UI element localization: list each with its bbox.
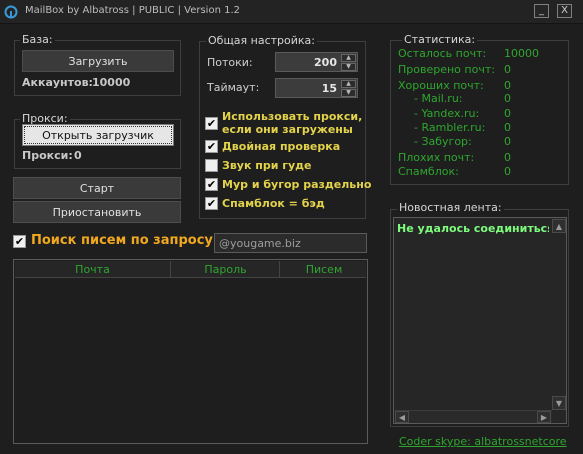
stat-spamblock-value: 0: [504, 165, 511, 178]
stat-bad-value: 0: [504, 151, 511, 164]
minimize-button[interactable]: _: [534, 4, 549, 18]
separate-foreign-checkbox[interactable]: ✔: [205, 178, 218, 191]
stat-foreign-label: - Забугор:: [414, 135, 472, 148]
timeout-down-icon[interactable]: ▼: [341, 89, 356, 97]
news-group-title: Новостная лента:: [397, 201, 504, 214]
stat-checked-label: Проверено почт:: [398, 63, 495, 76]
stat-mailru-label: - Mail.ru:: [414, 92, 463, 105]
stat-bad-label: Плохих почт:: [398, 151, 475, 164]
news-feed[interactable]: Не удалось соединиться с сервером ▲ ▼ ◀ …: [393, 217, 567, 424]
window-title: MailBox by Albatross | PUBLIC | Version …: [25, 5, 240, 16]
pause-button[interactable]: Приостановить: [13, 201, 181, 223]
load-base-button[interactable]: Загрузить: [22, 50, 174, 72]
stat-checked-value: 0: [504, 63, 511, 76]
timeout-label: Таймаут:: [207, 81, 260, 94]
stat-yandex-label: - Yandex.ru:: [414, 107, 480, 120]
double-check-checkbox[interactable]: ✔: [205, 140, 218, 153]
coder-skype-link[interactable]: Coder skype: albatrossnetcore: [399, 435, 567, 448]
title-bar[interactable]: MailBox by Albatross | PUBLIC | Version …: [0, 0, 583, 24]
stat-foreign-value: 0: [504, 135, 511, 148]
stats-group-title: Статистика:: [402, 33, 478, 46]
stat-yandex-value: 0: [504, 107, 511, 120]
stat-remaining-value: 10000: [504, 47, 539, 60]
news-scroll-down-icon[interactable]: ▼: [552, 396, 566, 410]
sound-on-good-checkbox[interactable]: [205, 159, 218, 172]
sound-on-good-label: Звук при гуде: [222, 159, 312, 172]
threads-value: 200: [314, 55, 337, 69]
stat-rambler-value: 0: [504, 121, 511, 134]
search-label: Поиск писем по запросу:: [31, 233, 219, 248]
app-logo-icon: [4, 5, 18, 19]
search-checkbox[interactable]: ✔: [13, 235, 26, 248]
stat-spamblock-label: Спамблок:: [398, 165, 459, 178]
base-group-title: База:: [20, 33, 55, 46]
threads-spinner[interactable]: 200 ▲ ▼: [275, 52, 358, 72]
news-message: Не удалось соединиться с сервером: [397, 222, 549, 235]
start-button[interactable]: Старт: [13, 177, 181, 199]
threads-label: Потоки:: [207, 56, 253, 69]
spamblock-bad-label: Спамблок = бэд: [222, 197, 325, 210]
proxy-count-value: 0: [74, 149, 82, 162]
stat-rambler-label: - Rambler.ru:: [414, 121, 486, 134]
settings-group-title: Общая настройка:: [206, 34, 317, 47]
news-hscrollbar[interactable]: ◀ ▶: [395, 410, 552, 423]
results-table[interactable]: Почта Пароль Писем: [13, 259, 368, 444]
news-scroll-right-icon[interactable]: ▶: [537, 411, 551, 423]
spamblock-bad-checkbox[interactable]: ✔: [205, 197, 218, 210]
column-header-email[interactable]: Почта: [15, 261, 171, 278]
news-scroll-up-icon[interactable]: ▲: [552, 219, 566, 233]
timeout-value: 15: [321, 81, 337, 95]
column-header-letters[interactable]: Писем: [281, 261, 367, 278]
stat-remaining-label: Осталось почт:: [398, 47, 487, 60]
threads-down-icon[interactable]: ▼: [341, 63, 356, 71]
stat-good-label: Хороших почт:: [398, 79, 484, 92]
open-proxy-loader-button[interactable]: Открыть загрузчик: [22, 124, 174, 146]
separate-foreign-label: Мур и бугор раздельно: [222, 178, 372, 191]
news-scroll-left-icon[interactable]: ◀: [395, 411, 409, 423]
use-proxy-label: Использовать прокси, если они загружены: [222, 110, 363, 136]
use-proxy-checkbox[interactable]: ✔: [205, 117, 218, 130]
double-check-label: Двойная проверка: [222, 140, 341, 153]
table-header: Почта Пароль Писем: [15, 261, 366, 278]
accounts-value: 10000: [92, 76, 131, 89]
accounts-label: Аккаунтов:: [22, 76, 93, 89]
proxy-count-label: Прокси:: [22, 149, 73, 162]
close-button[interactable]: X: [557, 4, 572, 18]
search-query-input[interactable]: @yougame.biz: [214, 233, 367, 253]
timeout-spinner[interactable]: 15 ▲ ▼: [275, 78, 358, 98]
stat-good-value: 0: [504, 79, 511, 92]
column-header-password[interactable]: Пароль: [172, 261, 280, 278]
threads-up-icon[interactable]: ▲: [341, 54, 356, 62]
timeout-up-icon[interactable]: ▲: [341, 80, 356, 88]
stat-mailru-value: 0: [504, 92, 511, 105]
